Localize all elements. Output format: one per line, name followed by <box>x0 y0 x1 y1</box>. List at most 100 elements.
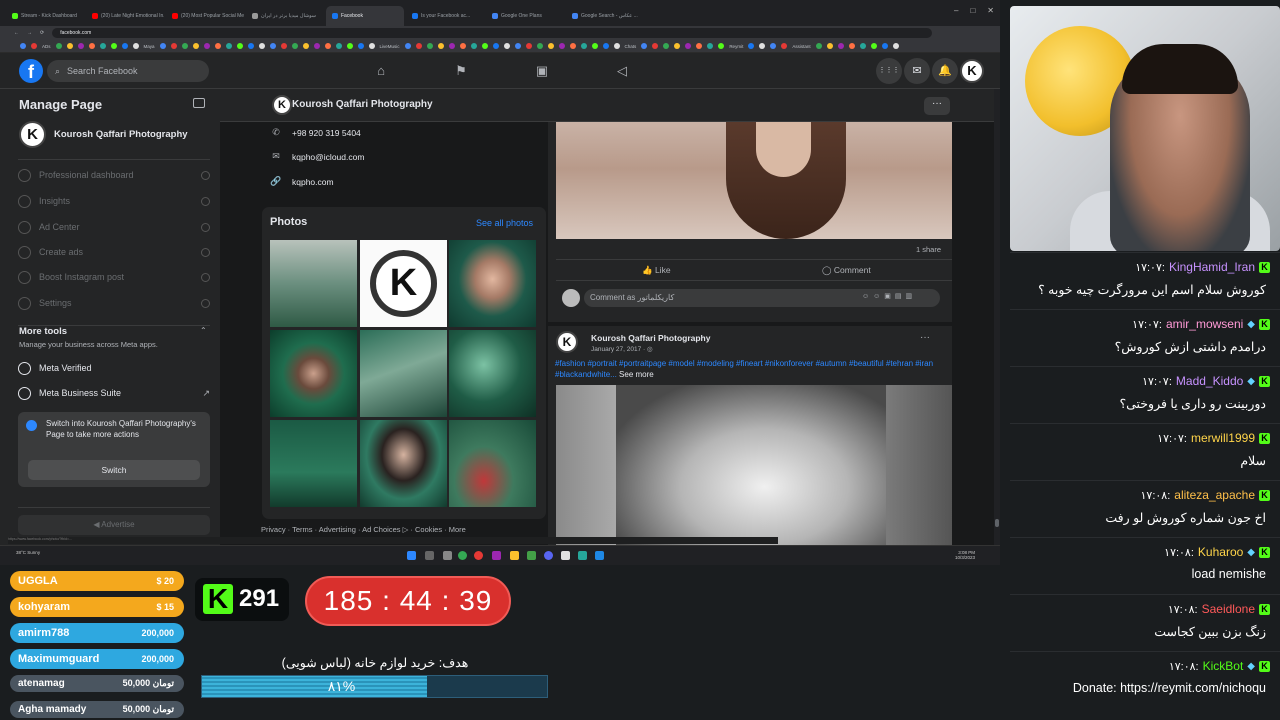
bookmark-label[interactable]: ADs <box>42 44 51 49</box>
bookmark-icon[interactable] <box>346 43 353 49</box>
scrollbar[interactable] <box>994 89 1000 545</box>
bookmark-icon[interactable] <box>696 43 703 49</box>
chat-username[interactable]: KingHamid_Iran <box>1169 260 1255 274</box>
menu-item[interactable]: Settings <box>18 293 210 313</box>
meta-verified-item[interactable]: Meta Verified <box>18 358 210 378</box>
bookmark-icon[interactable] <box>20 43 26 49</box>
page-avatar-small[interactable]: K <box>272 95 292 115</box>
chat-username[interactable]: amir_mowseni <box>1166 317 1243 331</box>
app-icon[interactable] <box>492 551 501 560</box>
bookmark-icon[interactable] <box>503 43 510 49</box>
bookmark-icon[interactable] <box>269 43 276 49</box>
taskbar-clock[interactable]: 3:08 PM 10/3/2023 <box>955 550 975 560</box>
forward-icon[interactable]: → <box>27 30 32 36</box>
menu-item[interactable]: Insights <box>18 191 210 211</box>
menu-item[interactable]: Boost Instagram post <box>18 267 210 287</box>
scroll-thumb[interactable] <box>995 519 999 527</box>
menu-item[interactable]: Ad Center <box>18 217 210 237</box>
comment-tools-icons[interactable]: ☺☺▣▤▥ <box>862 292 916 300</box>
post-author-name[interactable]: Kourosh Qaffari Photography <box>591 333 710 343</box>
close-window-button[interactable]: ✕ <box>987 6 994 15</box>
email-address[interactable]: kqpho@icloud.com <box>292 152 364 162</box>
bookmark-icon[interactable] <box>291 43 298 49</box>
photo-thumbnail[interactable] <box>270 330 357 417</box>
bookmark-icon[interactable] <box>313 43 320 49</box>
footer-links[interactable]: Privacy · Terms · Advertising · Ad Choic… <box>261 525 466 534</box>
search-icon[interactable] <box>425 551 434 560</box>
bookmark-icon[interactable] <box>324 43 331 49</box>
bookmark-icon[interactable] <box>181 43 188 49</box>
bookmark-icon[interactable] <box>426 43 433 49</box>
bookmark-icon[interactable] <box>335 43 342 49</box>
bookmark-icon[interactable] <box>110 43 117 49</box>
chat-username[interactable]: Kuharoo <box>1198 545 1243 559</box>
bookmark-icon[interactable] <box>357 43 364 49</box>
app-icon[interactable] <box>561 551 570 560</box>
minimize-button[interactable]: – <box>954 6 958 15</box>
browser-tab[interactable]: Google Search - عکاس ... <box>566 6 644 26</box>
photo-thumbnail[interactable]: K <box>360 240 447 327</box>
url-input[interactable]: facebook.com <box>52 28 933 38</box>
bookmark-icon[interactable] <box>302 43 309 49</box>
bookmark-icon[interactable] <box>404 43 411 49</box>
bookmark-icon[interactable] <box>837 43 844 49</box>
bookmark-icon[interactable] <box>203 43 210 49</box>
bookmark-icon[interactable] <box>859 43 866 49</box>
chat-username[interactable]: merwill1999 <box>1191 431 1255 445</box>
folder-icon[interactable] <box>510 551 519 560</box>
pages-icon[interactable]: ▣ <box>532 61 552 81</box>
bookmark-icon[interactable] <box>870 43 877 49</box>
chat-username[interactable]: Saeidlone <box>1202 602 1255 616</box>
bookmark-icon[interactable] <box>214 43 221 49</box>
post-author-avatar[interactable]: K <box>556 331 578 353</box>
home-icon[interactable]: ⌂ <box>371 61 391 81</box>
bookmark-icon[interactable] <box>55 43 62 49</box>
bookmark-label[interactable]: Chats <box>625 44 637 49</box>
menu-item[interactable]: Create ads <box>18 242 210 262</box>
bookmark-icon[interactable] <box>748 43 755 49</box>
bookmark-icon[interactable] <box>718 43 725 49</box>
bookmark-icon[interactable] <box>470 43 477 49</box>
photo-thumbnail[interactable] <box>270 420 357 507</box>
bookmark-icon[interactable] <box>132 43 139 49</box>
bookmark-icon[interactable] <box>88 43 95 49</box>
bookmark-icon[interactable] <box>121 43 128 49</box>
website-link[interactable]: kqpho.com <box>292 177 334 187</box>
browser-tab[interactable]: Is your Facebook ac... <box>406 6 484 26</box>
bookmark-icon[interactable] <box>31 43 37 49</box>
bookmark-icon[interactable] <box>192 43 199 49</box>
post-more-button[interactable]: ··· <box>920 332 930 343</box>
bookmark-icon[interactable] <box>881 43 888 49</box>
bookmark-icon[interactable] <box>159 43 166 49</box>
app-icon[interactable] <box>595 551 604 560</box>
back-icon[interactable]: ← <box>14 30 19 36</box>
post-image[interactable] <box>556 122 952 239</box>
browser-tab[interactable]: Stream - Kick Dashboard <box>6 6 84 26</box>
bookmark-icon[interactable] <box>848 43 855 49</box>
bookmark-icon[interactable] <box>99 43 106 49</box>
facebook-logo[interactable]: f <box>19 59 43 83</box>
collapse-panel-icon[interactable] <box>193 98 205 108</box>
weather-widget[interactable]: 38°C Sunny <box>16 550 40 555</box>
more-tools-title[interactable]: More tools <box>19 326 67 337</box>
chat-username[interactable]: KickBot <box>1203 659 1244 673</box>
bookmark-icon[interactable] <box>415 43 422 49</box>
photo-thumbnail[interactable] <box>360 330 447 417</box>
page-name[interactable]: Kourosh Qaffari Photography <box>54 129 188 140</box>
post-image[interactable] <box>556 385 952 545</box>
page-avatar[interactable]: K <box>19 121 46 148</box>
more-options-button[interactable]: ··· <box>924 97 950 115</box>
photo-thumbnail[interactable] <box>270 240 357 327</box>
bookmark-icon[interactable] <box>826 43 833 49</box>
meta-business-suite-item[interactable]: Meta Business Suite ↗ <box>18 383 210 403</box>
bookmark-icon[interactable] <box>781 43 788 49</box>
bell-icon[interactable]: 🔔 <box>932 58 958 84</box>
chevron-up-icon[interactable]: ⌃ <box>200 326 207 335</box>
bookmark-label[interactable]: Maya <box>144 44 155 49</box>
post-date[interactable]: January 27, 2017 · ◎ <box>591 345 653 353</box>
search-input[interactable]: ⌕ Search Facebook <box>47 60 209 82</box>
bookmark-icon[interactable] <box>368 43 375 49</box>
switch-button[interactable]: Switch <box>28 460 200 480</box>
page-header-name[interactable]: Kourosh Qaffari Photography <box>292 99 433 110</box>
task-view-icon[interactable] <box>443 551 452 560</box>
